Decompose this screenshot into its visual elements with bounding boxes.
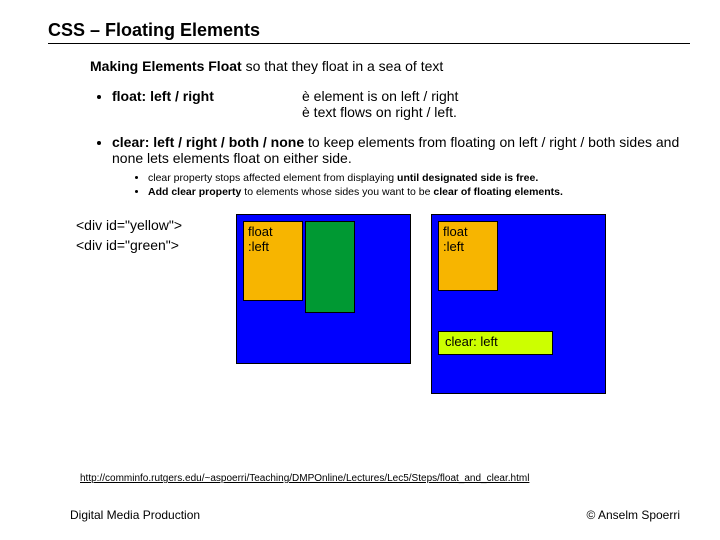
float-property: float: left / right	[112, 88, 302, 104]
yellow-box-2: float :left	[438, 221, 498, 291]
code-line-2: <div id="green">	[76, 236, 236, 256]
subtitle-rest: so that they float in a sea of text	[242, 58, 444, 74]
float-label-1a: float	[248, 224, 273, 239]
float-line1: element is on left / right	[310, 88, 459, 104]
diagram-area: <div id="yellow"> <div id="green"> float…	[76, 214, 690, 394]
code-column: <div id="yellow"> <div id="green">	[76, 214, 236, 255]
clear-box: clear: left	[438, 331, 553, 355]
float-label-2a: float	[443, 224, 468, 239]
footer-right: © Anselm Spoerri	[586, 508, 680, 522]
sub-list: clear property stops affected element fr…	[130, 172, 690, 198]
sub2a: Add clear property	[148, 186, 241, 198]
subtitle-bold: Making Elements Float	[90, 58, 242, 74]
blue-container-1: float :left	[236, 214, 411, 364]
footer-left: Digital Media Production	[70, 508, 200, 522]
code-line-1: <div id="yellow">	[76, 216, 236, 236]
subtitle: Making Elements Float so that they float…	[90, 58, 690, 74]
float-line2: text flows on right / left.	[310, 104, 457, 120]
sub1b: until designated side is free.	[397, 172, 538, 184]
yellow-box-1: float :left	[243, 221, 303, 301]
sub2b: to elements whose sides you want to be	[241, 186, 433, 198]
page-title: CSS – Floating Elements	[48, 20, 690, 44]
footer: Digital Media Production © Anselm Spoerr…	[70, 508, 680, 522]
green-box	[305, 221, 355, 313]
sub1a: clear property stops affected element fr…	[148, 172, 397, 184]
bullet-clear: clear: left / right / both / none to kee…	[112, 134, 690, 198]
arrow-icon: è	[302, 88, 310, 104]
bullet-list: float: left / right è element is on left…	[90, 88, 690, 198]
float-label-2b: :left	[443, 239, 464, 254]
float-desc: è element is on left / right è text flow…	[302, 88, 458, 120]
blue-container-2: float :left clear: left	[431, 214, 606, 394]
footer-link[interactable]: http://comminfo.rutgers.edu/~aspoerri/Te…	[80, 473, 529, 484]
slide: CSS – Floating Elements Making Elements …	[0, 0, 720, 540]
clear-property: clear: left / right / both / none	[112, 134, 304, 150]
arrow-icon: è	[302, 104, 310, 120]
sub-item-2: Add clear property to elements whose sid…	[148, 186, 690, 198]
bullet-float: float: left / right è element is on left…	[112, 88, 690, 120]
sub-item-1: clear property stops affected element fr…	[148, 172, 690, 184]
float-label-1b: :left	[248, 239, 269, 254]
sub2c: clear of floating elements.	[433, 186, 563, 198]
